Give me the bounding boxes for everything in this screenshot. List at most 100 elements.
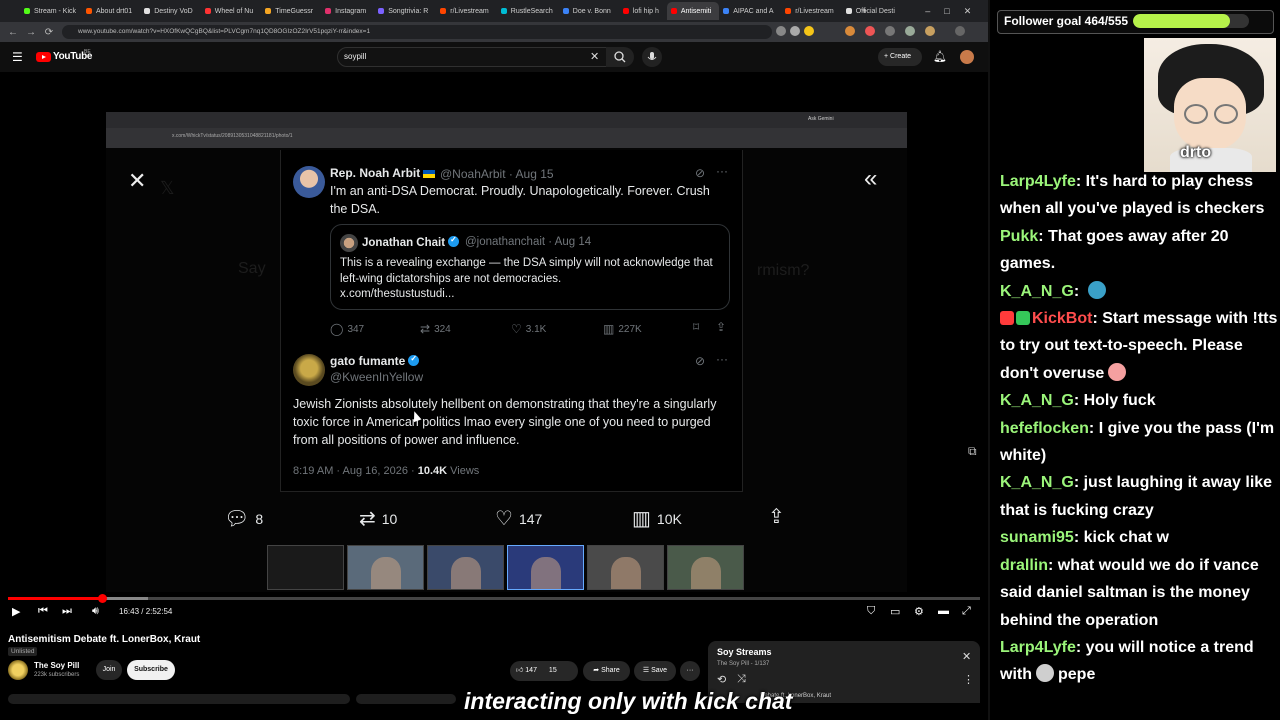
quote-handle-date: @jonathanchait · Aug 14 [465, 236, 592, 248]
bookmark-star-icon[interactable] [804, 26, 814, 36]
theater-mode-icon[interactable]: ▬ [938, 605, 949, 617]
playlist-more-icon[interactable]: ⋮ [963, 673, 974, 686]
like-dislike-group[interactable]: 👍︎ 147 15 [510, 661, 578, 681]
save-button[interactable]: ☰ Save [634, 661, 676, 681]
description-box[interactable] [356, 694, 456, 704]
search-icon [614, 51, 626, 63]
channel-avatar[interactable] [8, 660, 28, 680]
chat-username[interactable]: K_A_N_G [1000, 283, 1074, 300]
extension-icon[interactable] [790, 26, 800, 36]
chat-username[interactable]: Pukk [1000, 228, 1038, 245]
account-avatar[interactable] [960, 50, 974, 64]
extension-icon[interactable] [885, 26, 895, 36]
browser-address-bar: ← → ⟳ www.youtube.com/watch?v=HXOfKwQCgB… [0, 22, 988, 42]
voice-search-button[interactable] [642, 47, 662, 67]
browser-tab[interactable]: About drt01 [82, 2, 140, 20]
hamburger-menu-icon[interactable]: ☰ [12, 50, 23, 64]
chat-username[interactable]: Larp4Lyfe [1000, 639, 1076, 656]
chat-separator: : [1073, 474, 1084, 492]
chat-username[interactable]: sunami95 [1000, 529, 1074, 546]
browser-tab[interactable]: Wheel of Nu [201, 2, 262, 20]
chat-username[interactable]: Larp4Lyfe [1000, 173, 1076, 190]
browser-tab[interactable]: Destiny VoD [140, 2, 201, 20]
new-tab-button[interactable]: + [862, 6, 867, 16]
unlisted-badge: Unlisted [8, 647, 38, 656]
photo-thumbnail-strip [267, 545, 744, 590]
browser-tab[interactable]: AIPAC and A [719, 2, 781, 20]
join-button[interactable]: Join [96, 660, 122, 680]
like-count-text: 147 [518, 510, 543, 527]
clear-search-icon[interactable]: ✕ [590, 50, 599, 63]
chat-message: drallin: what would we do if vance said … [1000, 552, 1280, 634]
description-box[interactable] [8, 694, 350, 704]
browser-tab[interactable]: r/Livestream [781, 2, 842, 20]
previous-icon[interactable]: ⏮︎ [38, 605, 48, 618]
chat-username[interactable]: hefeflocken [1000, 420, 1089, 437]
back-button[interactable]: ← [4, 27, 22, 38]
channel-name[interactable]: The Soy Pill [34, 661, 79, 670]
avatar [340, 234, 358, 252]
browser-tab[interactable]: RustleSearch [497, 2, 559, 20]
chat-separator: : [1048, 556, 1058, 574]
browser-tab[interactable]: lofi hip h [619, 2, 667, 20]
chat-username[interactable]: drallin [1000, 557, 1048, 574]
tweet-author-name-text: Rep. Noah Arbit [330, 166, 421, 180]
tweet-views-word: Views [447, 465, 480, 477]
thumbs-up-icon: 👍︎ [516, 667, 524, 674]
tweet-timestamp: 8:19 AM · Aug 16, 2026 · 10.4K Views [293, 465, 479, 477]
tweet-timestamp-text: 8:19 AM · Aug 16, 2026 · [293, 465, 418, 477]
settings-gear-icon[interactable]: ⚙ [914, 605, 924, 618]
extension-icon[interactable] [776, 26, 786, 36]
notifications-bell-icon[interactable]: 🔔︎ [933, 50, 947, 63]
browser-tab[interactable]: Doe v. Bonn [559, 2, 619, 20]
miniplayer-icon[interactable]: ⧉ [968, 444, 977, 459]
video-title: Antisemitism Debate ft. LonerBox, Kraut [8, 634, 201, 645]
forward-button[interactable]: → [22, 27, 40, 38]
browser-tab[interactable]: Songtrivia: R [374, 2, 436, 20]
browser-tab[interactable]: Antisemiti [666, 2, 720, 20]
profile-avatar[interactable] [925, 26, 935, 36]
shield-icon[interactable]: ⛉ [867, 605, 875, 618]
chat-username[interactable]: KickBot [1032, 310, 1092, 327]
follower-goal-fill [1133, 14, 1230, 28]
fullscreen-icon[interactable]: ⤢ [962, 605, 971, 618]
maximize-button[interactable]: □ [944, 6, 949, 16]
chat-badge-icon [1000, 311, 1014, 326]
repost-count-text: 10 [381, 510, 398, 527]
volume-icon[interactable]: 🔊︎ [92, 605, 99, 618]
share-button[interactable]: ➦ Share [583, 661, 630, 681]
close-window-button[interactable]: ✕ [964, 6, 972, 17]
chat-message: Larp4Lyfe: you will notice a trend with p… [1000, 634, 1280, 689]
video-inner-url: x.com/WhickTv/status/2089130531048821181… [172, 133, 293, 139]
url-input[interactable]: www.youtube.com/watch?v=HXOfKwQCgBQ&list… [62, 25, 772, 39]
extension-icon[interactable] [905, 26, 915, 36]
next-icon[interactable]: ⏭︎ [62, 605, 72, 618]
more-actions-button[interactable]: ··· [680, 661, 700, 681]
close-playlist-icon[interactable]: ✕ [962, 650, 971, 663]
search-button[interactable] [606, 47, 634, 67]
play-icon[interactable]: ▶ [12, 605, 20, 618]
browser-tab[interactable]: Stream - Kick [20, 2, 82, 20]
progress-bar[interactable] [8, 597, 980, 600]
playlist-title[interactable]: Soy Streams [717, 647, 772, 657]
browser-tab[interactable]: r/Livestream [436, 2, 497, 20]
search-input[interactable]: soypill [337, 47, 607, 67]
grok-icon: ⊘ [695, 354, 706, 368]
chat-username[interactable]: K_A_N_G [1000, 392, 1074, 409]
chat-message: KickBot: Start message with !tts to try … [1000, 305, 1280, 387]
subscribe-button[interactable]: Subscribe [127, 660, 175, 680]
youtube-logo-icon[interactable] [36, 52, 51, 62]
reload-button[interactable]: ⟳ [40, 27, 58, 38]
browser-menu-icon[interactable] [955, 26, 965, 36]
extension-icon[interactable] [845, 26, 855, 36]
browser-tab[interactable]: Instagram [321, 2, 374, 20]
create-button[interactable]: + Create [878, 48, 922, 66]
subtitles-icon[interactable]: ▭ [890, 605, 900, 618]
chat-username[interactable]: K_A_N_G [1000, 474, 1074, 491]
quote-body-text: This is a revealing exchange — the DSA s… [340, 257, 713, 285]
extension-icon[interactable] [865, 26, 875, 36]
minimize-button[interactable]: – [925, 6, 930, 16]
shuffle-icon[interactable]: ⤨ [737, 673, 746, 686]
loop-icon[interactable]: ⟲ [717, 673, 726, 686]
browser-tab[interactable]: TimeGuessr [261, 2, 321, 20]
